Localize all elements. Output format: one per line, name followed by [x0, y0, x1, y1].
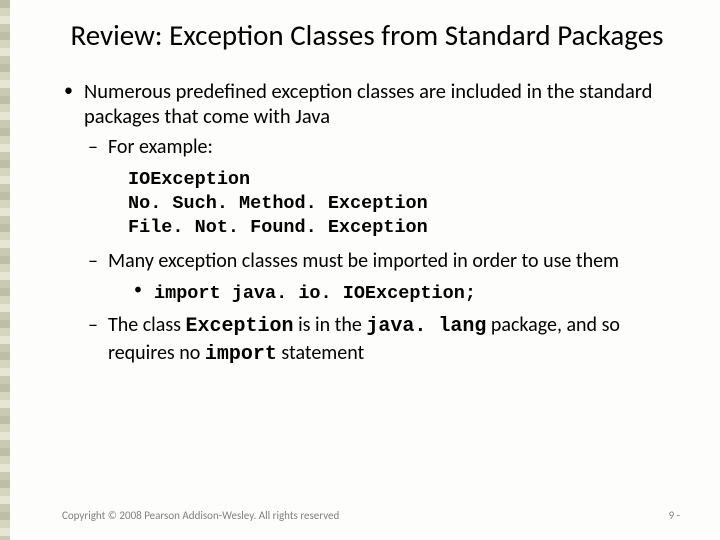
decorative-left-stripe	[0, 0, 10, 540]
bullet-1-text: Numerous predefined exception classes ar…	[84, 78, 652, 130]
import-code: import java. io. IOException;	[154, 283, 476, 304]
bullet-list-lvl1: Numerous predefined exception classes ar…	[62, 79, 672, 368]
page-number: 9 -	[669, 509, 680, 522]
code-line-2: No. Such. Method. Exception	[128, 192, 672, 216]
sub-bullet-for-example: For example:	[84, 134, 672, 160]
t3a: The class	[108, 313, 186, 337]
t3b: Exception	[186, 315, 294, 338]
slide-footer: Copyright © 2008 Pearson Addison-Wesley.…	[62, 509, 680, 522]
bullet-list-lvl2b: Many exception classes must be imported …	[84, 248, 672, 368]
code-example-block: IOException No. Such. Method. Exception …	[128, 168, 672, 240]
bullet-list-lvl3: import java. io. IOException;	[108, 280, 672, 306]
t3c: is in the	[294, 313, 367, 337]
bullet-list-lvl2: For example:	[84, 134, 672, 160]
import-statement-bullet: import java. io. IOException;	[132, 280, 672, 306]
sub-bullet-import-text: Many exception classes must be imported …	[108, 249, 619, 273]
t3f: import	[205, 343, 277, 366]
t3g: statement	[277, 341, 364, 365]
sub-bullet-import-note: Many exception classes must be imported …	[84, 248, 672, 306]
bullet-1: Numerous predefined exception classes ar…	[62, 79, 672, 368]
code-line-3: File. Not. Found. Exception	[128, 216, 672, 240]
t3d: java. lang	[366, 315, 486, 338]
slide-body: Review: Exception Classes from Standard …	[0, 0, 720, 368]
sub-bullet-exception-class: The class Exception is in the java. lang…	[84, 312, 672, 368]
copyright-text: Copyright © 2008 Pearson Addison-Wesley.…	[62, 509, 339, 522]
slide-title: Review: Exception Classes from Standard …	[62, 18, 672, 53]
code-line-1: IOException	[128, 168, 672, 192]
